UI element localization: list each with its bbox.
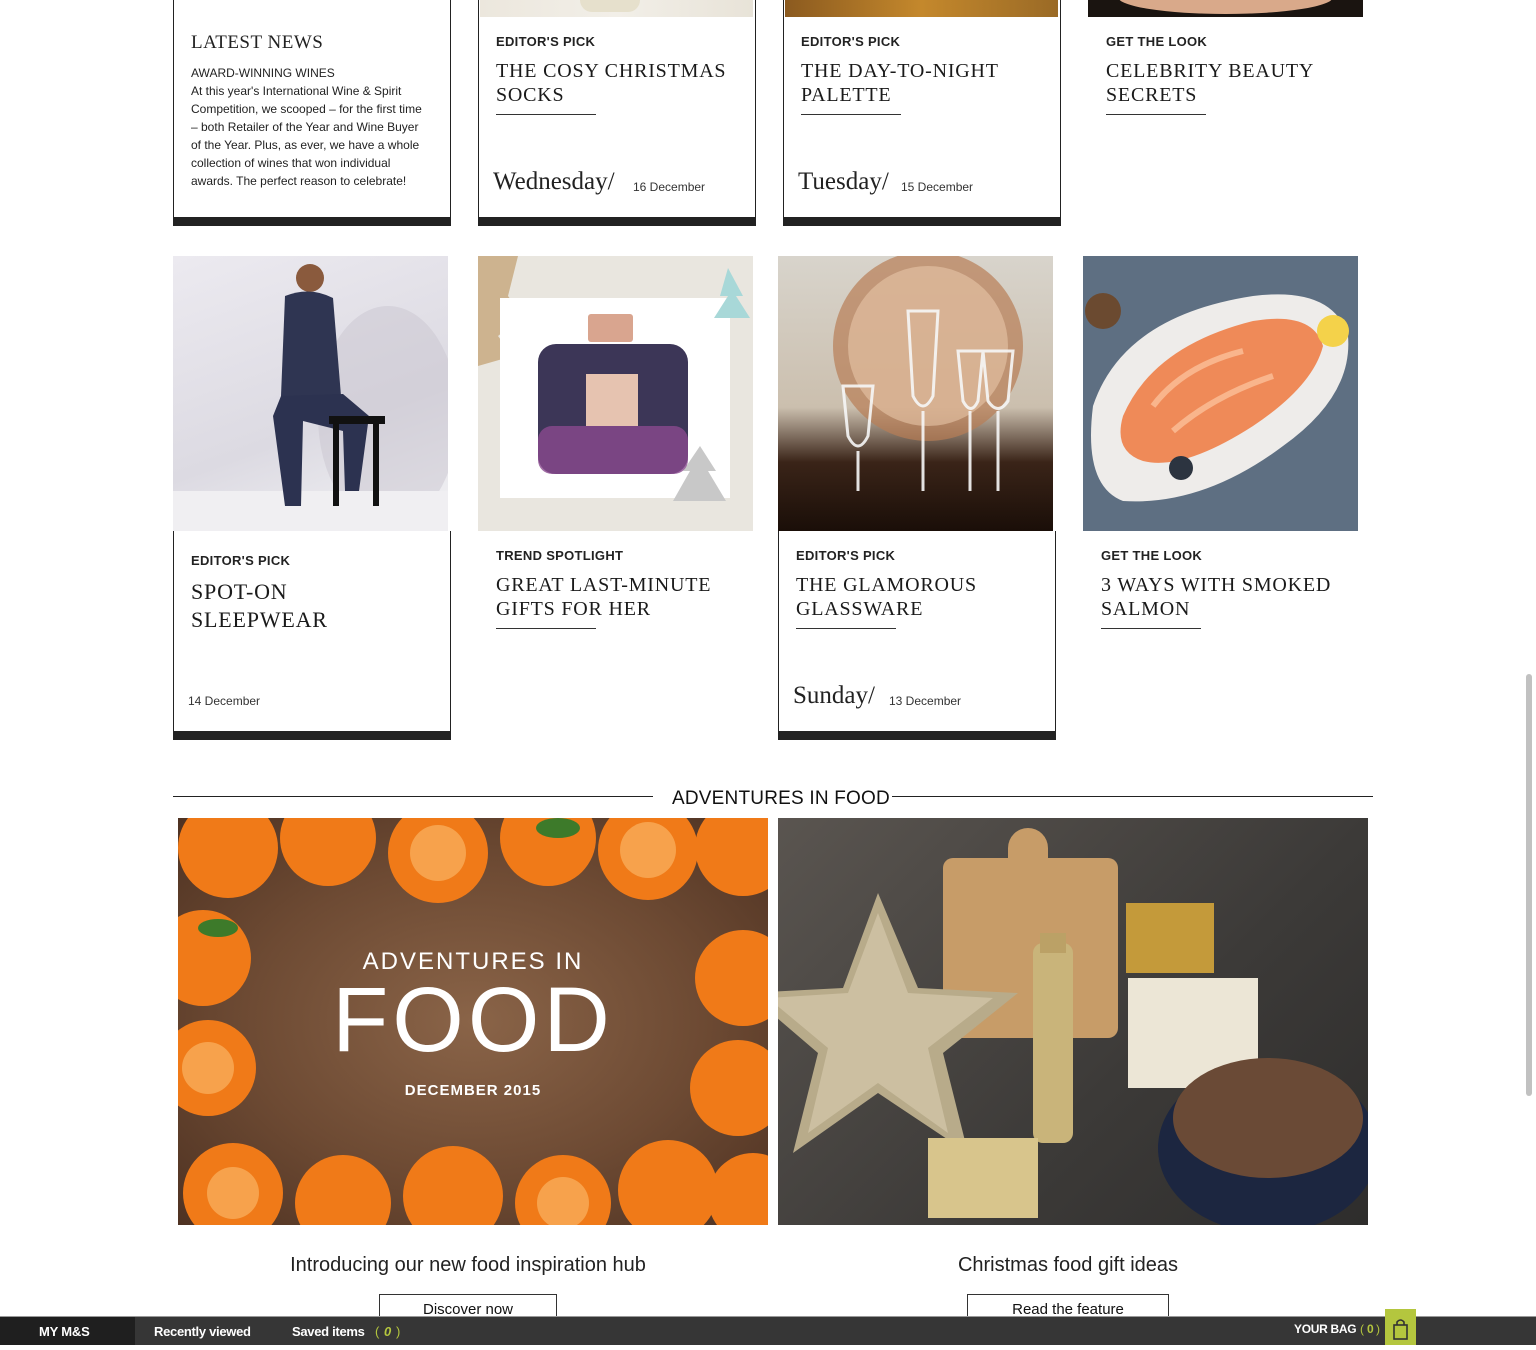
glasses-illustration <box>833 256 1023 491</box>
latest-news-body: At this year's International Wine & Spir… <box>191 84 422 188</box>
card-bottom-bar <box>173 217 451 226</box>
card-title[interactable]: THE COSY CHRISTMAS SOCKS <box>496 59 736 107</box>
card-kicker: TREND SPOTLIGHT <box>496 548 624 563</box>
card-day: Tuesday/ <box>798 168 889 195</box>
page-scrollbar[interactable] <box>1526 674 1532 1096</box>
my-ms-label[interactable]: MY M&S <box>39 1324 90 1339</box>
section-rule-right <box>892 796 1373 797</box>
card-title[interactable]: THE GLAMOROUS GLASSWARE <box>796 573 1036 621</box>
promo-right-text: Christmas food gift ideas <box>957 1254 1179 1276</box>
card-kicker: EDITOR'S PICK <box>191 553 291 568</box>
section-rule-left <box>173 796 653 797</box>
socks-image[interactable] <box>480 0 753 17</box>
bag-count: 0 <box>1367 1322 1374 1336</box>
title-underline <box>1101 628 1201 629</box>
card-border-right <box>450 531 451 733</box>
title-underline <box>496 114 596 115</box>
salmon-image[interactable] <box>1083 256 1358 531</box>
saved-items-count-close: ) <box>396 1324 401 1339</box>
card-title[interactable]: GREAT LAST-MINUTE GIFTS FOR HER <box>496 573 736 621</box>
card-border-right <box>755 0 756 218</box>
title-underline <box>801 114 901 115</box>
food-gifts-banner[interactable] <box>778 818 1368 1225</box>
card-date: 16 December <box>633 180 706 194</box>
saved-items-link[interactable]: Saved items <box>292 1324 365 1339</box>
bag-count-open: ( <box>1360 1322 1364 1336</box>
promo-left-text: Introducing our new food inspiration hub <box>290 1254 646 1276</box>
card-date: 14 December <box>188 694 261 708</box>
banner-line-3: DECEMBER 2015 <box>404 1082 542 1099</box>
beauty-image[interactable] <box>1088 0 1363 17</box>
card-border-right <box>1055 531 1056 733</box>
food-gifts-illustration <box>778 828 1368 1225</box>
bag-button[interactable] <box>1385 1309 1416 1345</box>
recently-viewed-link[interactable]: Recently viewed <box>154 1324 251 1339</box>
sleepwear-image[interactable] <box>173 256 448 531</box>
card-date: 13 December <box>889 694 962 708</box>
card-kicker: EDITOR'S PICK <box>801 34 901 49</box>
title-underline <box>1106 114 1206 115</box>
card-title[interactable]: THE DAY-TO-NIGHT PALETTE <box>801 59 1041 107</box>
card-title[interactable]: CELEBRITY BEAUTY SECRETS <box>1106 59 1346 107</box>
latest-news-title: LATEST NEWS <box>191 32 324 53</box>
card-border-left <box>173 0 174 218</box>
card-bottom-bar <box>778 731 1056 740</box>
model-figure-illustration <box>173 264 448 531</box>
card-bottom-bar <box>783 217 1061 226</box>
shopping-bag-icon <box>1393 1319 1408 1340</box>
title-underline <box>796 628 896 629</box>
card-title[interactable]: 3 WAYS WITH SMOKED SALMON <box>1101 573 1341 621</box>
title-underline <box>496 628 596 629</box>
card-kicker: GET THE LOOK <box>1106 34 1208 49</box>
card-bottom-bar <box>478 217 756 226</box>
banner-line-2: FOOD <box>332 969 614 1071</box>
glassware-image[interactable] <box>778 256 1053 531</box>
card-border-right <box>450 0 451 218</box>
bag-count-close: ) <box>1376 1322 1380 1336</box>
saved-items-count: 0 <box>384 1324 392 1339</box>
palette-image[interactable] <box>785 0 1058 17</box>
card-date: 15 December <box>901 180 974 194</box>
card-border-left <box>478 0 479 218</box>
salmon-platter-illustration <box>1085 293 1349 502</box>
card-border-left <box>173 531 174 733</box>
sticky-footer-bar: MY M&S Recently viewed Saved items ( 0 )… <box>0 1309 1536 1345</box>
my-ms-tab[interactable]: MY M&S <box>0 1317 135 1345</box>
card-border-right <box>1060 0 1061 218</box>
card-border-left <box>783 0 784 218</box>
card-day: Sunday/ <box>793 682 875 709</box>
card-title[interactable]: SPOT-ON SLEEPWEAR <box>191 578 411 634</box>
card-kicker: EDITOR'S PICK <box>796 548 896 563</box>
card-border-left <box>778 531 779 733</box>
perfume-bottle-illustration <box>478 256 750 501</box>
latest-news-subtitle: AWARD-WINNING WINES <box>191 66 335 80</box>
your-bag-label[interactable]: YOUR BAG <box>1294 1322 1357 1336</box>
card-kicker: GET THE LOOK <box>1101 548 1203 563</box>
card-day: Wednesday/ <box>493 168 615 195</box>
card-kicker: EDITOR'S PICK <box>496 34 596 49</box>
food-hub-banner[interactable]: ADVENTURES IN FOOD DECEMBER 2015 <box>178 818 768 1225</box>
saved-items-count-open: ( <box>375 1324 380 1339</box>
perfume-image[interactable] <box>478 256 753 531</box>
card-bottom-bar <box>173 731 451 740</box>
section-heading: ADVENTURES IN FOOD <box>672 788 890 809</box>
